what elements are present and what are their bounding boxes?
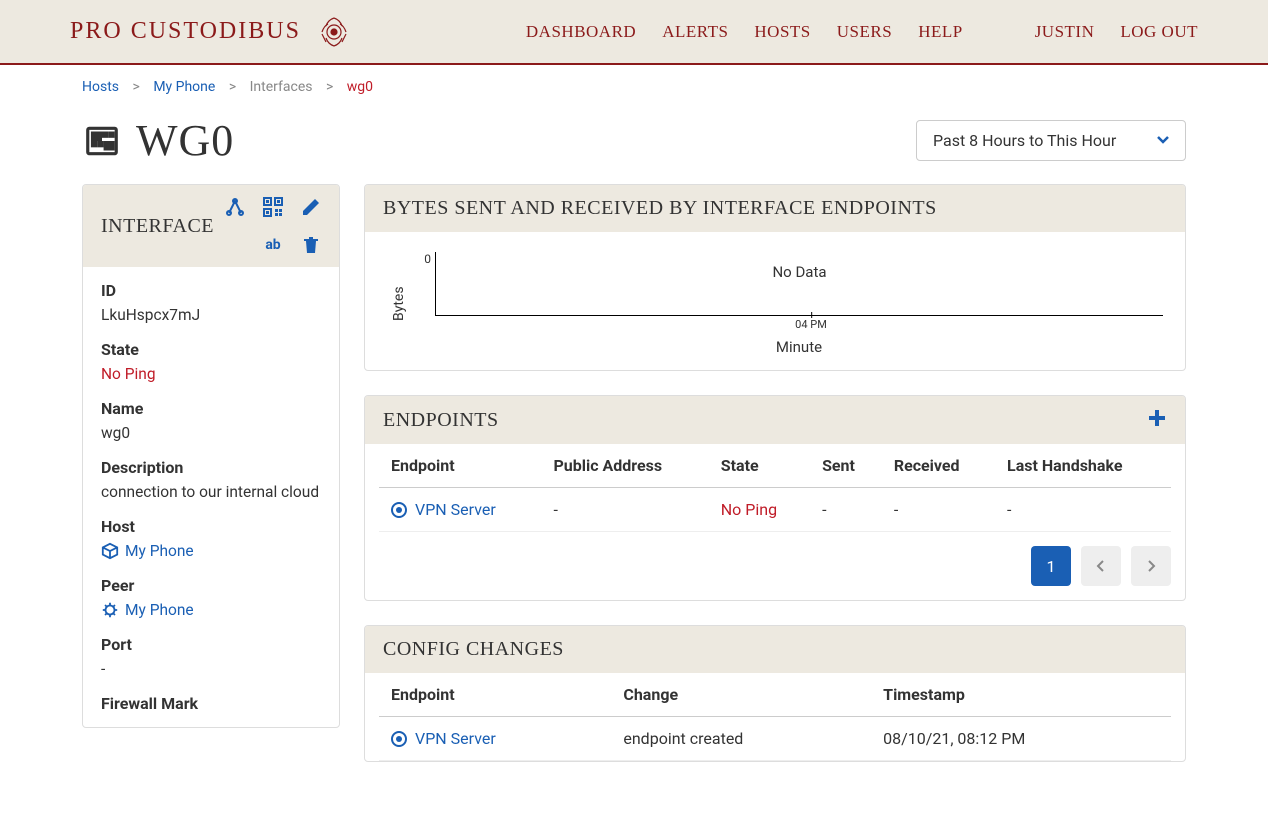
chevron-down-icon (1155, 131, 1171, 151)
cell-cfg-timestamp: 08/10/21, 08:12 PM (871, 717, 1171, 761)
chart-plot-area: No Data (435, 252, 1163, 316)
crumb-current: wg0 (347, 79, 373, 95)
endpoints-panel-title: ENDPOINTS (383, 409, 499, 432)
value-description: connection to our internal cloud (101, 483, 321, 501)
nav-username[interactable]: JUSTIN (1035, 22, 1095, 42)
nav-links: DASHBOARD ALERTS HOSTS USERS HELP JUSTIN… (526, 22, 1198, 42)
endpoint-link[interactable]: VPN Server (391, 729, 599, 748)
interface-panel-title: INTERFACE (101, 215, 214, 238)
label-name: Name (101, 399, 321, 418)
col-received: Received (882, 444, 995, 488)
crumb-myphone[interactable]: My Phone (153, 79, 215, 95)
endpoints-table: Endpoint Public Address State Sent Recei… (379, 444, 1171, 532)
share-icon[interactable] (225, 197, 245, 217)
label-port: Port (101, 635, 321, 654)
host-link-text: My Phone (125, 542, 194, 560)
chart-xlabel: Minute (411, 338, 1163, 356)
page-title: WG0 (136, 115, 234, 166)
qr-code-icon[interactable] (263, 197, 283, 217)
col-cfg-timestamp: Timestamp (871, 673, 1171, 717)
chart-no-data: No Data (772, 263, 826, 281)
crumb-sep: > (326, 79, 333, 95)
label-id: ID (101, 281, 321, 300)
endpoints-panel: ENDPOINTS Endpoint Public Address State … (364, 395, 1186, 601)
endpoint-icon (391, 731, 407, 747)
page-1-button[interactable]: 1 (1031, 546, 1071, 586)
config-panel-title: CONFIG CHANGES (383, 638, 564, 661)
endpoint-link-text: VPN Server (415, 729, 496, 748)
cell-state: No Ping (709, 488, 810, 532)
value-host[interactable]: My Phone (101, 542, 321, 560)
top-nav: PRO CUSTODIBUS DASHBOARD ALERTS HOSTS US… (0, 0, 1268, 65)
nav-logout[interactable]: LOG OUT (1120, 22, 1198, 42)
chart-ylabel: Bytes (387, 252, 411, 356)
breadcrumb: Hosts > My Phone > Interfaces > wg0 (0, 65, 1268, 105)
label-description: Description (101, 458, 321, 477)
nav-hosts[interactable]: HOSTS (754, 22, 810, 42)
interface-icon (82, 121, 122, 161)
crumb-sep: > (133, 79, 140, 95)
cell-cfg-change: endpoint created (611, 717, 871, 761)
title-row: WG0 Past 8 Hours to This Hour (0, 105, 1268, 184)
endpoint-icon (391, 502, 407, 518)
add-endpoint-button[interactable] (1147, 408, 1167, 432)
config-changes-panel: CONFIG CHANGES Endpoint Change Timestamp (364, 625, 1186, 762)
gear-icon (101, 601, 119, 619)
crumb-interfaces: Interfaces (250, 79, 313, 95)
value-peer[interactable]: My Phone (101, 601, 321, 619)
pager: 1 (365, 532, 1185, 600)
page-prev-button[interactable] (1081, 546, 1121, 586)
endpoint-link-text: VPN Server (415, 500, 496, 519)
time-range-label: Past 8 Hours to This Hour (933, 131, 1116, 150)
cell-last-handshake: - (995, 488, 1171, 532)
crumb-hosts[interactable]: Hosts (82, 79, 119, 95)
cell-public-address: - (541, 488, 708, 532)
table-row: VPN Server endpoint created 08/10/21, 08… (379, 717, 1171, 761)
table-row: VPN Server - No Ping - - - (379, 488, 1171, 532)
col-sent: Sent (810, 444, 882, 488)
col-cfg-change: Change (611, 673, 871, 717)
chart-panel-title: BYTES SENT AND RECEIVED BY INTERFACE END… (383, 197, 937, 220)
cube-icon (101, 542, 119, 560)
col-endpoint: Endpoint (379, 444, 541, 488)
value-port: - (101, 660, 321, 678)
value-id: LkuHspcx7mJ (101, 306, 321, 324)
interface-panel: INTERFACE ab (82, 184, 340, 728)
cell-sent: - (810, 488, 882, 532)
label-peer: Peer (101, 576, 321, 595)
nav-users[interactable]: USERS (837, 22, 892, 42)
brand-text: PRO CUSTODIBUS (70, 18, 301, 45)
chart-panel: BYTES SENT AND RECEIVED BY INTERFACE END… (364, 184, 1186, 371)
brand-emblem-icon (313, 11, 355, 53)
crumb-sep: > (229, 79, 236, 95)
nav-dashboard[interactable]: DASHBOARD (526, 22, 636, 42)
chart-xtick: 04 PM (795, 318, 827, 331)
config-table: Endpoint Change Timestamp VPN Server (379, 673, 1171, 761)
nav-alerts[interactable]: ALERTS (662, 22, 728, 42)
col-public-address: Public Address (541, 444, 708, 488)
label-host: Host (101, 517, 321, 536)
nav-help[interactable]: HELP (918, 22, 963, 42)
rename-icon[interactable]: ab (263, 235, 283, 255)
col-last-handshake: Last Handshake (995, 444, 1171, 488)
chart-ytick: 0 (411, 252, 435, 316)
page-next-button[interactable] (1131, 546, 1171, 586)
peer-link-text: My Phone (125, 601, 194, 619)
value-state: No Ping (101, 365, 321, 383)
value-name: wg0 (101, 424, 321, 442)
col-state: State (709, 444, 810, 488)
delete-icon[interactable] (301, 235, 321, 255)
label-state: State (101, 340, 321, 359)
brand[interactable]: PRO CUSTODIBUS (70, 11, 355, 53)
col-cfg-endpoint: Endpoint (379, 673, 611, 717)
time-range-select[interactable]: Past 8 Hours to This Hour (916, 120, 1186, 161)
endpoint-link[interactable]: VPN Server (391, 500, 529, 519)
edit-icon[interactable] (301, 197, 321, 217)
label-fwmark: Firewall Mark (101, 694, 321, 713)
cell-received: - (882, 488, 995, 532)
